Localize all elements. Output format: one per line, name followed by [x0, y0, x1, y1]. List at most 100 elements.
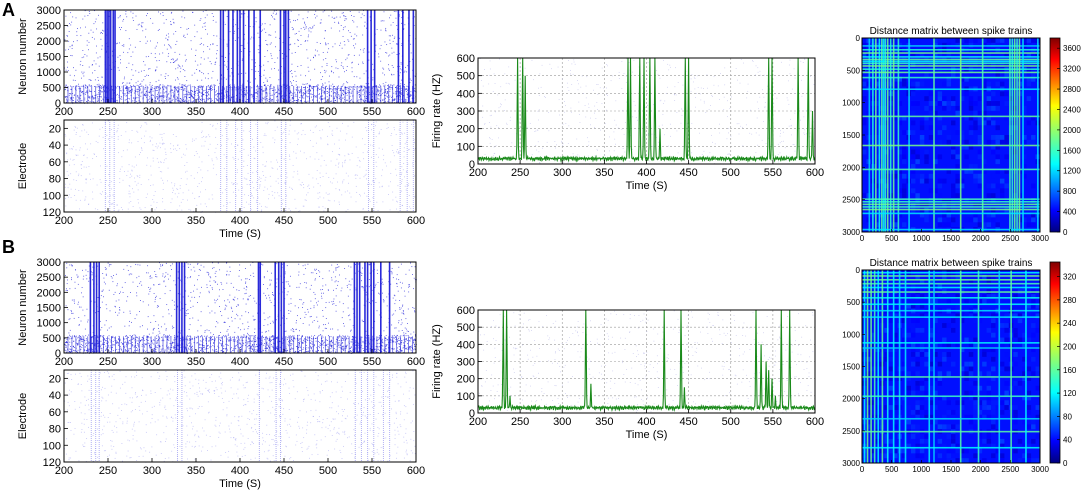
spike-dot — [340, 64, 342, 66]
spike-dot — [263, 97, 265, 99]
spike-dot — [263, 90, 265, 92]
bg-dot — [546, 141, 548, 143]
spike-dot — [149, 84, 151, 86]
y-tick-label: 100 — [457, 141, 475, 153]
spike-dot — [66, 61, 68, 63]
bg-dot — [604, 155, 606, 156]
spike-dot — [172, 187, 174, 189]
bg-dot — [623, 73, 625, 74]
spike-dot — [168, 97, 170, 99]
spike-dot — [187, 85, 189, 87]
spike-dot — [303, 97, 305, 99]
spike-dot — [331, 16, 333, 18]
spike-dot — [268, 193, 270, 195]
spike-dot — [128, 164, 130, 166]
x-tick-label: 350 — [595, 167, 613, 179]
spike-dot — [93, 38, 95, 40]
spike-dot — [341, 62, 343, 64]
bg-dot — [693, 76, 695, 78]
spike-dot — [117, 93, 118, 95]
bg-dot — [651, 133, 653, 135]
spike-dot — [151, 94, 153, 96]
spike-dot — [327, 43, 329, 45]
bg-dot — [482, 105, 484, 107]
spike-dot — [77, 95, 79, 97]
spike-dot — [122, 92, 124, 94]
spike-dot — [185, 60, 187, 62]
spike-dot — [204, 90, 206, 91]
bg-dot — [803, 129, 805, 131]
bg-dot — [668, 69, 670, 71]
spike-dot — [390, 86, 392, 88]
spike-dot — [265, 135, 267, 137]
spike-dot — [107, 195, 109, 197]
heatmap-cell — [951, 217, 956, 223]
spike-dot — [159, 53, 161, 55]
bg-dot — [596, 84, 598, 85]
spike-dot — [298, 89, 300, 91]
heatmap-cell — [995, 159, 1000, 165]
spike-dot — [311, 94, 313, 95]
spike-dot — [175, 79, 176, 81]
spike-dot — [269, 77, 271, 78]
spike-dot — [88, 100, 90, 102]
spike-dot — [203, 51, 205, 53]
bg-dot — [544, 96, 545, 97]
spike-dot — [292, 80, 294, 81]
spike-dot — [99, 56, 101, 58]
spike-dot — [238, 189, 240, 191]
spike-dot — [316, 125, 317, 127]
spike-dot — [268, 198, 269, 200]
spike-dot — [259, 184, 261, 186]
spike-dot — [112, 202, 114, 204]
spike-dot — [200, 85, 202, 87]
spike-dot — [81, 71, 83, 73]
bg-dot — [562, 143, 564, 145]
spike-dot — [152, 157, 154, 159]
spike-dot — [400, 62, 402, 64]
spike-dot — [214, 152, 216, 154]
bg-dot — [561, 141, 563, 143]
spike-dot — [211, 194, 213, 196]
spike-dot — [213, 84, 215, 86]
spike-dot — [144, 207, 146, 209]
y-tick-label: 60 — [49, 157, 61, 169]
spike-dot — [341, 47, 343, 49]
heatmap-cell — [946, 135, 951, 140]
spike-dot — [155, 146, 157, 148]
spike-dot — [212, 16, 214, 18]
spike-dot — [92, 64, 94, 66]
bg-dot — [492, 155, 494, 157]
spike-dot — [349, 95, 351, 97]
spike-dot — [157, 86, 159, 87]
spike-dot — [215, 147, 217, 149]
spike-dot — [149, 89, 151, 91]
spike-dot — [392, 22, 394, 24]
spike-dot — [142, 30, 144, 32]
spike-dot — [131, 170, 133, 172]
spike-dot — [303, 205, 305, 207]
y-tick-label: 120 — [43, 207, 61, 219]
spike-dot — [248, 203, 250, 205]
spike-dot — [399, 84, 401, 86]
bg-dot — [623, 133, 625, 135]
heatmap-cell — [910, 164, 916, 169]
spike-dot — [241, 13, 243, 15]
bg-dot — [677, 152, 679, 154]
heatmap-cell — [995, 101, 1000, 106]
spike-dot — [207, 78, 209, 80]
heatmap-cell — [986, 38, 992, 43]
heatmap-cell — [995, 105, 1000, 111]
heatmap-cell — [1031, 217, 1036, 223]
spike-dot — [92, 72, 93, 74]
spike-dot — [291, 27, 293, 28]
spike-dot — [281, 53, 283, 54]
spike-dot — [341, 12, 343, 14]
heatmap-cell — [902, 81, 907, 87]
heatmap-band — [1011, 38, 1014, 232]
spike-dot — [363, 48, 365, 50]
bg-dot — [779, 133, 781, 134]
spike-dot — [271, 14, 272, 16]
spike-dot — [389, 39, 391, 41]
spike-dot — [379, 84, 381, 86]
